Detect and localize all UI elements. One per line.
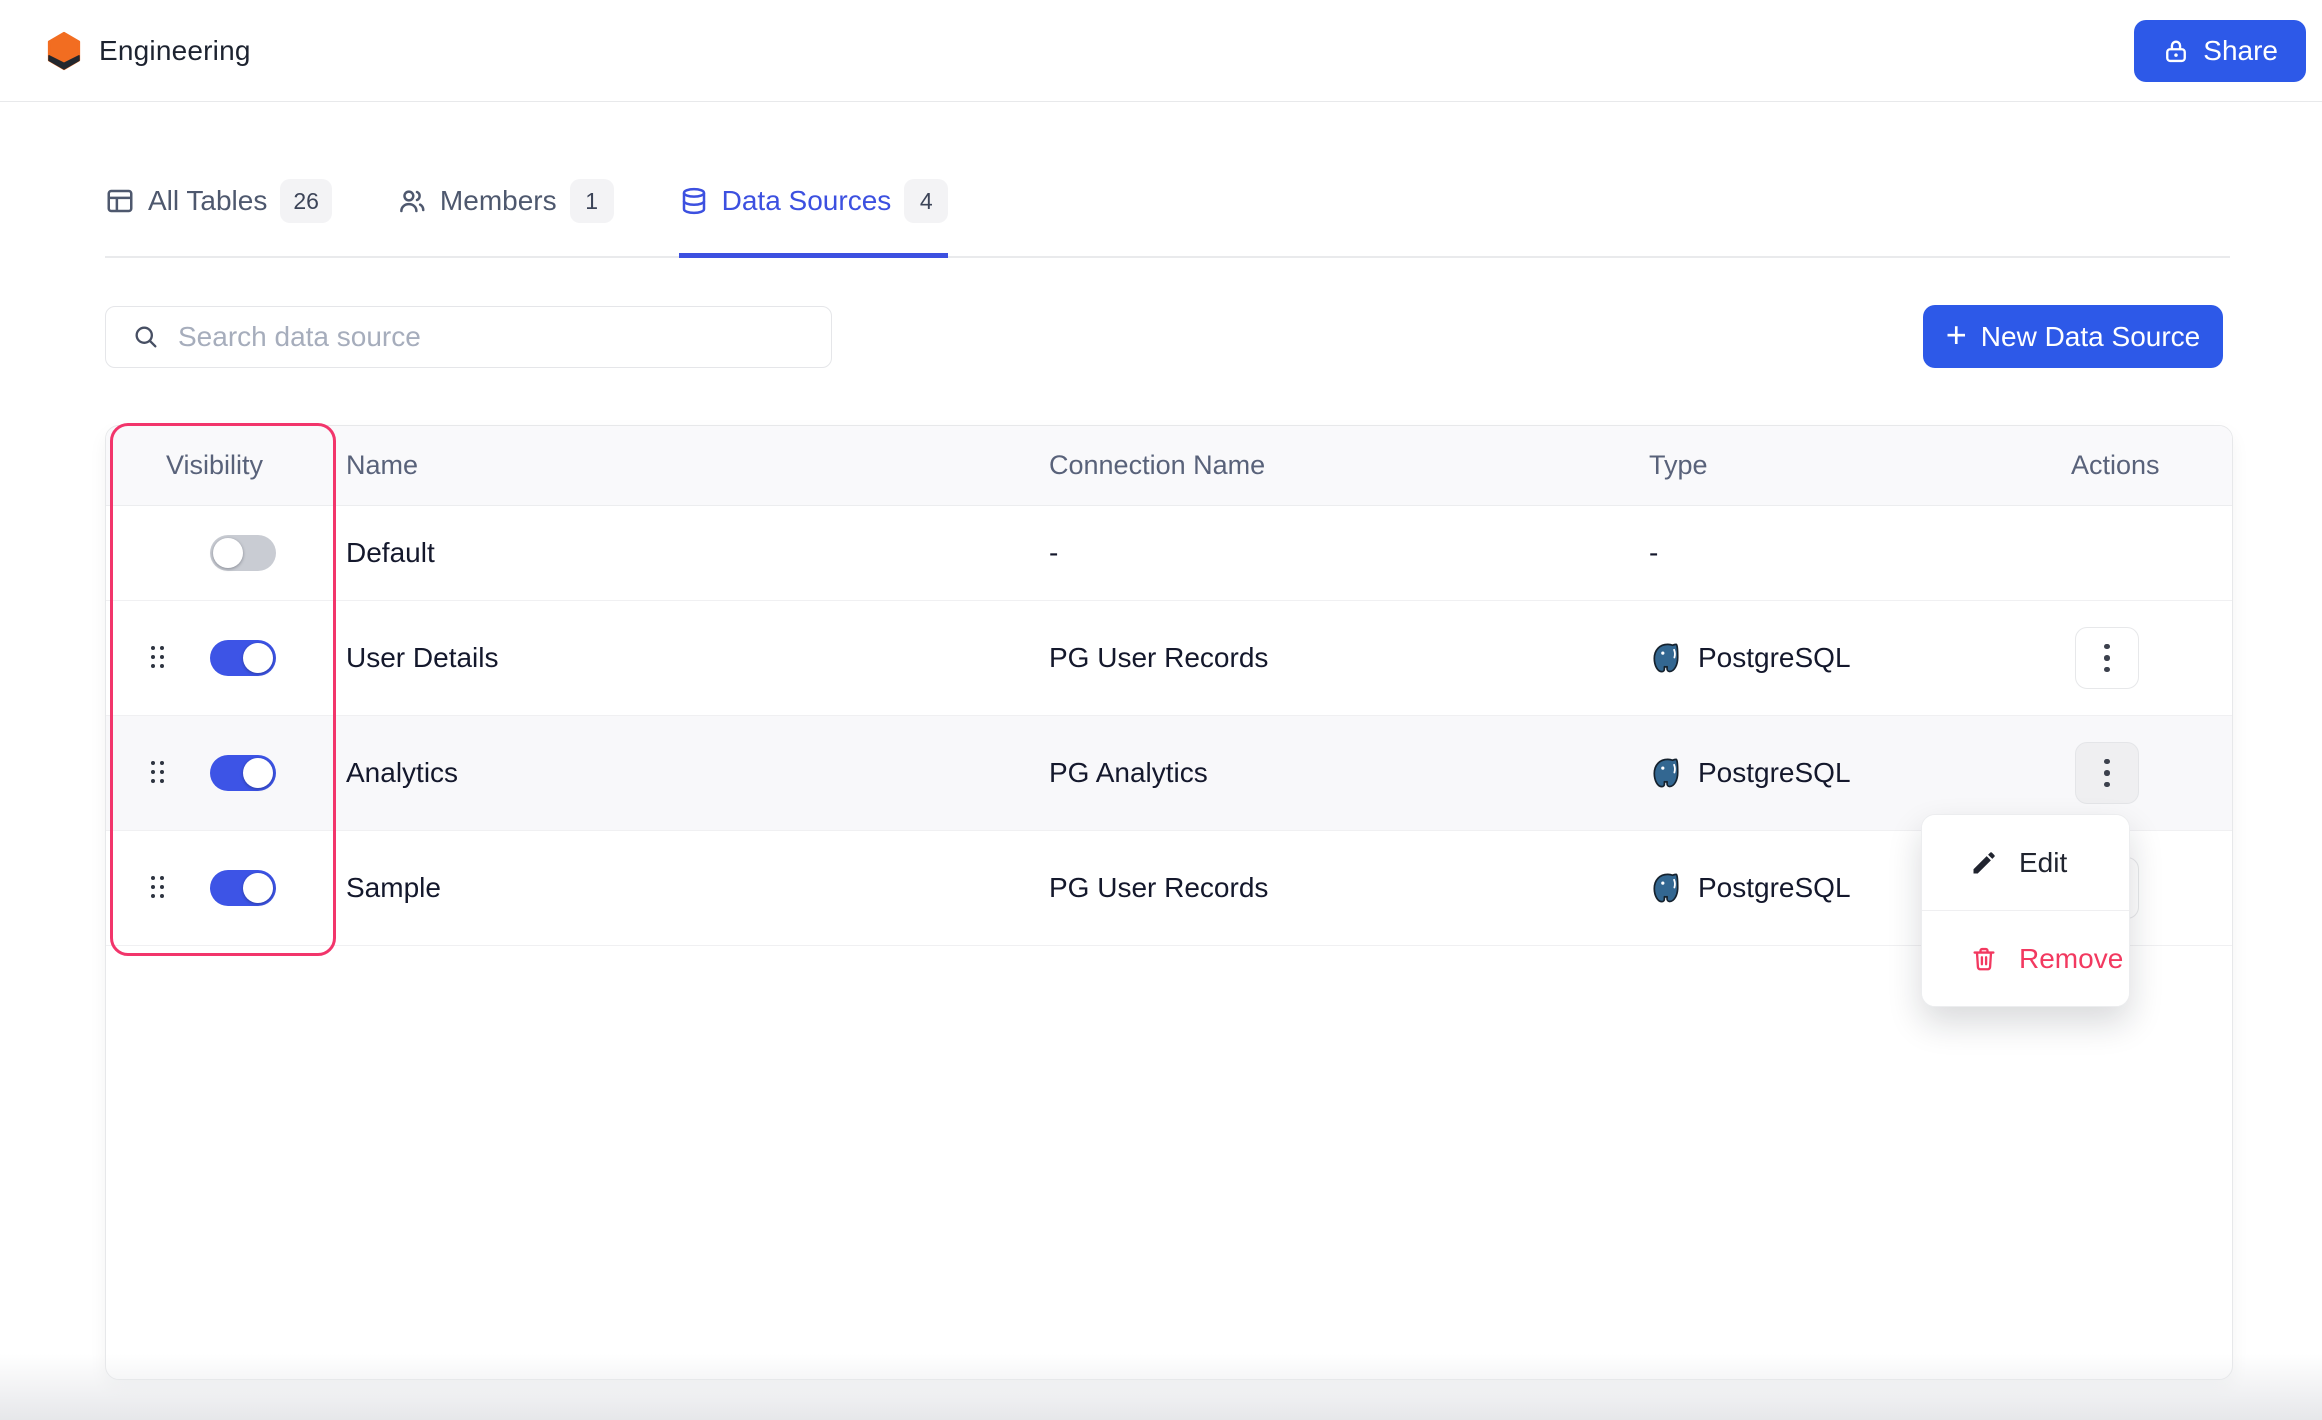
- tab-data-sources-label: Data Sources: [722, 185, 892, 217]
- tab-data-sources[interactable]: Data Sources 4: [679, 170, 949, 256]
- workspace-page: Engineering Share All Tables 26: [0, 0, 2322, 1420]
- context-menu-remove-label: Remove: [2019, 943, 2123, 975]
- tab-members-label: Members: [440, 185, 557, 217]
- row-type: PostgreSQL: [1698, 642, 1851, 674]
- row-type: PostgreSQL: [1698, 872, 1851, 904]
- visibility-toggle-user-details[interactable]: [210, 640, 276, 676]
- postgresql-icon: [1649, 641, 1683, 675]
- column-header-visibility: Visibility: [106, 450, 346, 481]
- column-header-actions: Actions: [2071, 450, 2233, 481]
- workspace-title: Engineering: [99, 35, 251, 67]
- table-header-row: Visibility Name Connection Name Type Act…: [106, 426, 2232, 506]
- visibility-toggle-default[interactable]: [210, 535, 276, 571]
- row-name: User Details: [346, 642, 1049, 674]
- column-header-connection: Connection Name: [1049, 450, 1649, 481]
- search-box: [105, 306, 832, 368]
- row-connection: PG User Records: [1049, 642, 1649, 674]
- table-row-user-details: User Details PG User Records PostgreSQL: [106, 601, 2232, 716]
- row-name: Default: [346, 537, 1049, 569]
- table-row-analytics: Analytics PG Analytics PostgreSQL: [106, 716, 2232, 831]
- table-row-sample: Sample PG User Records PostgreSQL: [106, 831, 2232, 946]
- row-name: Sample: [346, 872, 1049, 904]
- drag-handle-icon[interactable]: [151, 876, 164, 901]
- tab-members[interactable]: Members 1: [397, 170, 614, 256]
- tab-members-count: 1: [570, 179, 614, 223]
- visibility-toggle-sample[interactable]: [210, 870, 276, 906]
- row-connection: PG Analytics: [1049, 757, 1649, 789]
- topbar: Engineering Share: [0, 0, 2322, 102]
- column-header-name: Name: [346, 450, 1049, 481]
- row-connection: PG User Records: [1049, 872, 1649, 904]
- database-icon: [679, 186, 709, 216]
- context-menu-edit[interactable]: Edit: [1922, 815, 2129, 910]
- row-actions-menu-button-open[interactable]: [2075, 742, 2139, 804]
- context-menu-remove[interactable]: Remove: [1922, 911, 2129, 1006]
- row-type: PostgreSQL: [1698, 757, 1851, 789]
- plus-icon: +: [1946, 317, 1967, 353]
- row-name: Analytics: [346, 757, 1049, 789]
- tabs-bar: All Tables 26 Members 1 Data Sources 4: [105, 170, 2230, 258]
- table-row-default: Default - -: [106, 506, 2232, 601]
- data-sources-table: Visibility Name Connection Name Type Act…: [105, 425, 2233, 1380]
- tab-all-tables-label: All Tables: [148, 185, 267, 217]
- lock-icon: [2162, 37, 2190, 65]
- row-actions-menu-button[interactable]: [2075, 627, 2139, 689]
- row-type: -: [1649, 537, 1658, 569]
- drag-handle-icon[interactable]: [151, 761, 164, 786]
- workspace-brand: Engineering: [46, 31, 251, 71]
- tab-all-tables[interactable]: All Tables 26: [105, 170, 332, 256]
- tab-all-tables-count: 26: [280, 179, 332, 223]
- row-context-menu: Edit Remove: [1921, 814, 2130, 1007]
- share-button-label: Share: [2203, 35, 2278, 67]
- visibility-toggle-analytics[interactable]: [210, 755, 276, 791]
- postgresql-icon: [1649, 756, 1683, 790]
- search-icon: [132, 323, 160, 351]
- users-icon: [397, 186, 427, 216]
- table-icon: [105, 186, 135, 216]
- search-input[interactable]: [178, 307, 831, 367]
- share-button[interactable]: Share: [2134, 20, 2306, 82]
- tab-data-sources-count: 4: [904, 179, 948, 223]
- postgresql-icon: [1649, 871, 1683, 905]
- new-data-source-button[interactable]: + New Data Source: [1923, 305, 2223, 368]
- workspace-logo-icon: [46, 31, 82, 71]
- row-connection: -: [1049, 537, 1649, 569]
- drag-handle-icon[interactable]: [151, 646, 164, 671]
- new-data-source-label: New Data Source: [1981, 321, 2200, 353]
- pencil-icon: [1970, 849, 1998, 877]
- trash-icon: [1970, 945, 1998, 973]
- column-header-type: Type: [1649, 450, 2071, 481]
- context-menu-edit-label: Edit: [2019, 847, 2067, 879]
